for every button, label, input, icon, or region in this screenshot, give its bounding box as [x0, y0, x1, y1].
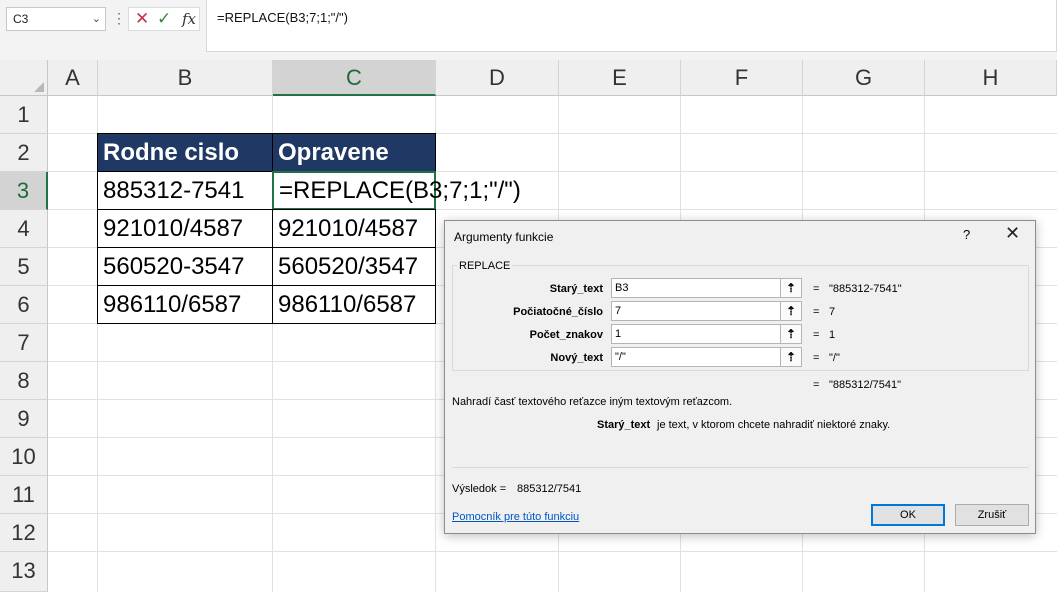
- current-arg-name: Starý_text: [597, 419, 651, 431]
- arg-label: Starý_text: [549, 283, 603, 295]
- equals-sign: =: [813, 379, 820, 391]
- arg-input-novy-text[interactable]: "/": [611, 347, 801, 367]
- table-header-cell[interactable]: Opravene: [272, 133, 436, 172]
- arg-result: 7: [829, 306, 836, 318]
- table-header-cell[interactable]: Rodne cislo: [97, 133, 273, 172]
- gridline: [48, 551, 1057, 552]
- row-header-13[interactable]: 13: [0, 552, 48, 592]
- arg-label: Počet_znakov: [529, 329, 603, 341]
- equals-sign: =: [813, 329, 820, 341]
- row-header-8[interactable]: 8: [0, 362, 48, 400]
- arg-label: Nový_text: [550, 352, 603, 364]
- arg-result: "885312-7541": [829, 283, 902, 295]
- row-header-4[interactable]: 4: [0, 210, 48, 248]
- table-cell[interactable]: 921010/4587: [97, 209, 273, 248]
- chevron-down-icon[interactable]: ⌄: [92, 8, 101, 30]
- row-header-1[interactable]: 1: [0, 96, 48, 134]
- table-cell[interactable]: 921010/4587: [272, 209, 436, 248]
- column-header-g[interactable]: G: [803, 60, 925, 96]
- row-header-6[interactable]: 6: [0, 286, 48, 324]
- table-cell[interactable]: 986110/6587: [97, 285, 273, 324]
- equals-sign: =: [813, 352, 820, 364]
- arg-result: "/": [829, 352, 840, 364]
- column-header-b[interactable]: B: [98, 60, 273, 96]
- arg-label: Počiatočné_číslo: [513, 306, 603, 318]
- row-header-11[interactable]: 11: [0, 476, 48, 514]
- collapse-dialog-icon[interactable]: ⇡: [780, 278, 802, 298]
- row-header-3[interactable]: 3: [0, 172, 48, 210]
- insert-function-icon[interactable]: fx: [182, 9, 196, 29]
- row-header-2[interactable]: 2: [0, 134, 48, 172]
- table-cell[interactable]: 560520/3547: [272, 247, 436, 286]
- column-header-f[interactable]: F: [681, 60, 803, 96]
- cancel-icon[interactable]: ✕: [135, 9, 149, 29]
- equals-sign: =: [813, 283, 820, 295]
- formula-buttons: ✕ ✓ fx: [128, 7, 200, 31]
- collapse-dialog-icon[interactable]: ⇡: [780, 347, 802, 367]
- dialog-title: Argumenty funkcie: [454, 230, 554, 244]
- table-cell[interactable]: 885312-7541: [97, 171, 273, 210]
- collapse-dialog-icon[interactable]: ⇡: [780, 324, 802, 344]
- function-name: REPLACE: [457, 260, 513, 272]
- row-header-5[interactable]: 5: [0, 248, 48, 286]
- close-icon[interactable]: ✕: [1005, 223, 1020, 244]
- formula-bar: C3 ⌄ ⋮ ✕ ✓ fx =REPLACE(B3;7;1;"/"): [0, 0, 1057, 60]
- row-header-10[interactable]: 10: [0, 438, 48, 476]
- ok-button[interactable]: OK: [871, 504, 945, 526]
- table-cell[interactable]: 560520-3547: [97, 247, 273, 286]
- column-header-h[interactable]: H: [925, 60, 1057, 96]
- more-options-icon[interactable]: ⋮: [112, 9, 126, 27]
- row-header-9[interactable]: 9: [0, 400, 48, 438]
- formula-input[interactable]: =REPLACE(B3;7;1;"/"): [206, 0, 1057, 52]
- arg-input-pocet-znakov[interactable]: 1: [611, 324, 801, 344]
- formula-result: "885312/7541": [829, 379, 902, 391]
- column-header-e[interactable]: E: [559, 60, 681, 96]
- arg-input-pociatocne-cislo[interactable]: 7: [611, 301, 801, 321]
- arg-input-stary-text[interactable]: B3: [611, 278, 801, 298]
- column-header-d[interactable]: D: [436, 60, 559, 96]
- result-label: Výsledok =: [452, 483, 507, 495]
- table-cell[interactable]: 986110/6587: [272, 285, 436, 324]
- result-value: 885312/7541: [517, 483, 582, 495]
- column-header-c[interactable]: C: [273, 60, 436, 96]
- enter-icon[interactable]: ✓: [157, 9, 171, 29]
- name-box[interactable]: C3 ⌄: [6, 7, 106, 31]
- function-description: Nahradí časť textového reťazce iným text…: [452, 396, 733, 408]
- function-help-link[interactable]: Pomocník pre túto funkciu: [452, 511, 579, 523]
- column-header-a[interactable]: A: [48, 60, 98, 96]
- divider: [452, 467, 1029, 468]
- current-arg-description: je text, v ktorom chcete nahradiť niekto…: [657, 419, 891, 431]
- cancel-button[interactable]: Zrušiť: [955, 504, 1029, 526]
- help-icon[interactable]: ?: [963, 227, 970, 242]
- select-all-corner[interactable]: [0, 60, 48, 96]
- equals-sign: =: [813, 306, 820, 318]
- row-header-7[interactable]: 7: [0, 324, 48, 362]
- active-cell[interactable]: =REPLACE(B3;7;1;"/"): [272, 171, 521, 210]
- name-box-value: C3: [13, 12, 29, 26]
- arg-result: 1: [829, 329, 836, 341]
- row-header-12[interactable]: 12: [0, 514, 48, 552]
- function-arguments-dialog: Argumenty funkcie ? ✕ REPLACE Starý_text…: [444, 220, 1036, 534]
- collapse-dialog-icon[interactable]: ⇡: [780, 301, 802, 321]
